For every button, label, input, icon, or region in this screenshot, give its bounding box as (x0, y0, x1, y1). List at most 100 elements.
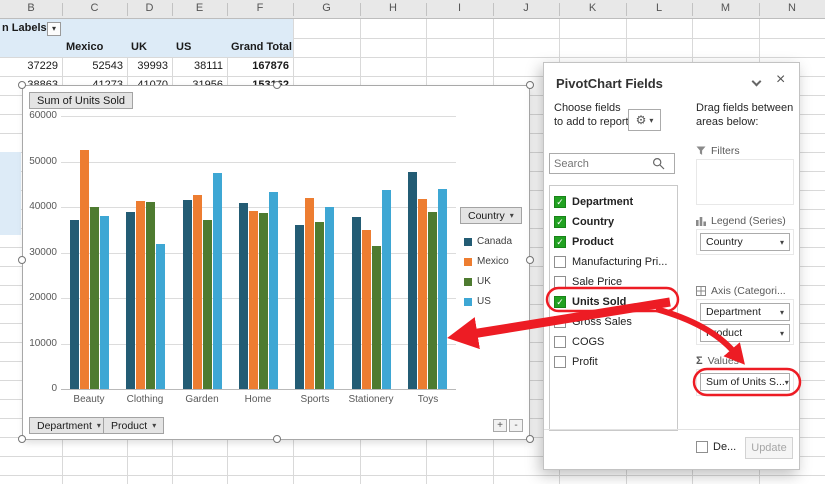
pivot-rowarea-fill (0, 152, 21, 235)
field-item-sale-price[interactable]: Sale Price (550, 272, 677, 292)
legend-field-label: Country (468, 209, 505, 222)
field-label: Profit (572, 356, 598, 368)
checkbox-defer[interactable] (696, 441, 708, 453)
field-label: Product (572, 236, 614, 248)
legend-label: UK (477, 276, 491, 287)
selection-handle[interactable] (273, 435, 281, 443)
selection-handle[interactable] (526, 256, 534, 264)
search-box[interactable] (549, 153, 675, 174)
selection-handle[interactable] (273, 81, 281, 89)
chevron-down-icon: ▾ (784, 377, 789, 387)
checkbox-product[interactable]: ✓ (554, 236, 566, 248)
filters-area-label: Filters (696, 145, 740, 157)
area-item-label: Country (706, 236, 743, 248)
columns-icon (696, 217, 706, 226)
selection-handle[interactable] (526, 81, 534, 89)
checkbox-manufacturing-pri[interactable] (554, 256, 566, 268)
selection-handle[interactable] (18, 81, 26, 89)
axis-categories-area[interactable]: Department ▾ Product ▾ (696, 299, 794, 345)
field-label: COGS (572, 336, 605, 348)
field-item-department[interactable]: ✓ Department (550, 192, 677, 212)
checkbox-cogs[interactable] (554, 336, 566, 348)
search-icon (652, 157, 665, 170)
area-item-label: Sum of Units S... (706, 376, 785, 388)
pivot-chart-window[interactable]: 0 10000 20000 30000 40000 50000 60000 Beauty Clo… (18, 81, 534, 443)
field-label: Sale Price (572, 276, 623, 288)
axis-field-button-product[interactable]: Product ▾ (103, 417, 165, 434)
chevron-down-icon: ▾ (96, 421, 101, 430)
update-button[interactable]: Update (745, 437, 793, 459)
choose-fields-label: Choose fields to add to report: (554, 102, 632, 128)
legend-item-uk: UK (464, 276, 491, 287)
filters-area[interactable] (696, 159, 794, 205)
area-item-sum-of-units-s[interactable]: Sum of Units S... ▾ (700, 373, 790, 391)
legend-label: US (477, 296, 491, 307)
checkbox-department[interactable]: ✓ (554, 196, 566, 208)
field-list: ✓ Department ✓ Country ✓ Product Manufacturing… (549, 185, 678, 431)
legend-field-button[interactable]: Country ▾ (460, 207, 522, 224)
axis-field-label: Product (111, 419, 148, 432)
pivotchart-fields-pane: PivotChart Fields × Choose fields to add… (543, 62, 800, 470)
checkbox-profit[interactable] (554, 356, 566, 368)
excel-worksheet: BCDEFGHIJKLMN n Labels ▾ Mexico UK US Grand T… (0, 0, 825, 484)
chevron-down-icon: ▾ (779, 307, 784, 317)
field-item-product[interactable]: ✓ Product (550, 232, 677, 252)
chevron-down-icon: ▾ (152, 421, 157, 430)
area-item-department[interactable]: Department ▾ (700, 303, 790, 321)
pivot-col-header-grand-total: Grand Total (231, 41, 292, 53)
pivot-col-header-uk: UK (131, 41, 147, 53)
field-item-cogs[interactable]: COGS (550, 332, 677, 352)
legend-item-us: US (464, 296, 491, 307)
pivot-col-header-mexico: Mexico (66, 41, 104, 53)
legend-label: Canada (477, 236, 513, 247)
checkbox-gross-sales[interactable] (554, 316, 566, 328)
pivot-value-cell: 39993 (137, 60, 168, 72)
values-area-label: Σ Values (696, 355, 739, 367)
pane-divider (544, 429, 799, 430)
drag-instruction: Drag fields between areas below: (696, 102, 794, 128)
area-item-product[interactable]: Product ▾ (700, 324, 790, 342)
filter-icon (696, 146, 706, 155)
checkbox-sale-price[interactable] (554, 276, 566, 288)
selection-handle[interactable] (18, 435, 26, 443)
chart-legend: Country ▾ Canada Mexico UK US (23, 86, 529, 439)
pivot-value-cell: 167876 (252, 60, 289, 72)
legend-series-area[interactable]: Country ▾ (696, 229, 794, 255)
close-icon[interactable]: × (776, 71, 785, 89)
chevron-down-icon: ▾ (649, 115, 654, 125)
checkbox-country[interactable]: ✓ (554, 216, 566, 228)
checkbox-units-sold[interactable]: ✓ (554, 296, 566, 308)
chevron-down-icon[interactable] (749, 76, 763, 91)
field-label: Gross Sales (572, 316, 632, 328)
value-field-button[interactable]: Sum of Units Sold (29, 92, 134, 109)
defer-layout-checkbox[interactable]: De... (696, 441, 736, 453)
field-item-manufacturing-pri[interactable]: Manufacturing Pri... (550, 252, 677, 272)
gear-icon: ⚙ (635, 113, 647, 127)
field-item-country[interactable]: ✓ Country (550, 212, 677, 232)
field-item-gross-sales[interactable]: Gross Sales (550, 312, 677, 332)
selection-handle[interactable] (18, 256, 26, 264)
legend-area-label: Legend (Series) (696, 215, 786, 227)
fields-options-button[interactable]: ⚙ ▾ (628, 109, 661, 131)
defer-label: De... (713, 441, 737, 453)
legend-swatch-us (464, 297, 472, 306)
chevron-down-icon: ▾ (779, 328, 784, 338)
pivot-value-cell: 37229 (27, 60, 58, 72)
chevron-down-icon: ▾ (509, 211, 514, 220)
search-input[interactable] (550, 157, 652, 170)
selection-handle[interactable] (526, 435, 534, 443)
collapse-button[interactable]: - (509, 419, 523, 432)
axis-field-label: Department (37, 419, 92, 432)
values-area[interactable]: Sum of Units S... ▾ (696, 369, 794, 396)
chevron-down-icon: ▾ (779, 237, 784, 247)
pivot-value-cell: 38111 (194, 60, 223, 72)
field-item-units-sold[interactable]: ✓ Units Sold (550, 292, 677, 312)
column-labels-filter-button[interactable]: ▾ (47, 22, 61, 36)
expand-button[interactable]: + (493, 419, 507, 432)
area-item-label: Product (706, 327, 743, 339)
area-item-country[interactable]: Country ▾ (700, 233, 790, 251)
axis-field-button-department[interactable]: Department ▾ (29, 417, 109, 434)
sigma-icon: Σ (696, 355, 703, 367)
pivot-col-header-us: US (176, 41, 192, 53)
field-item-profit[interactable]: Profit (550, 352, 677, 372)
